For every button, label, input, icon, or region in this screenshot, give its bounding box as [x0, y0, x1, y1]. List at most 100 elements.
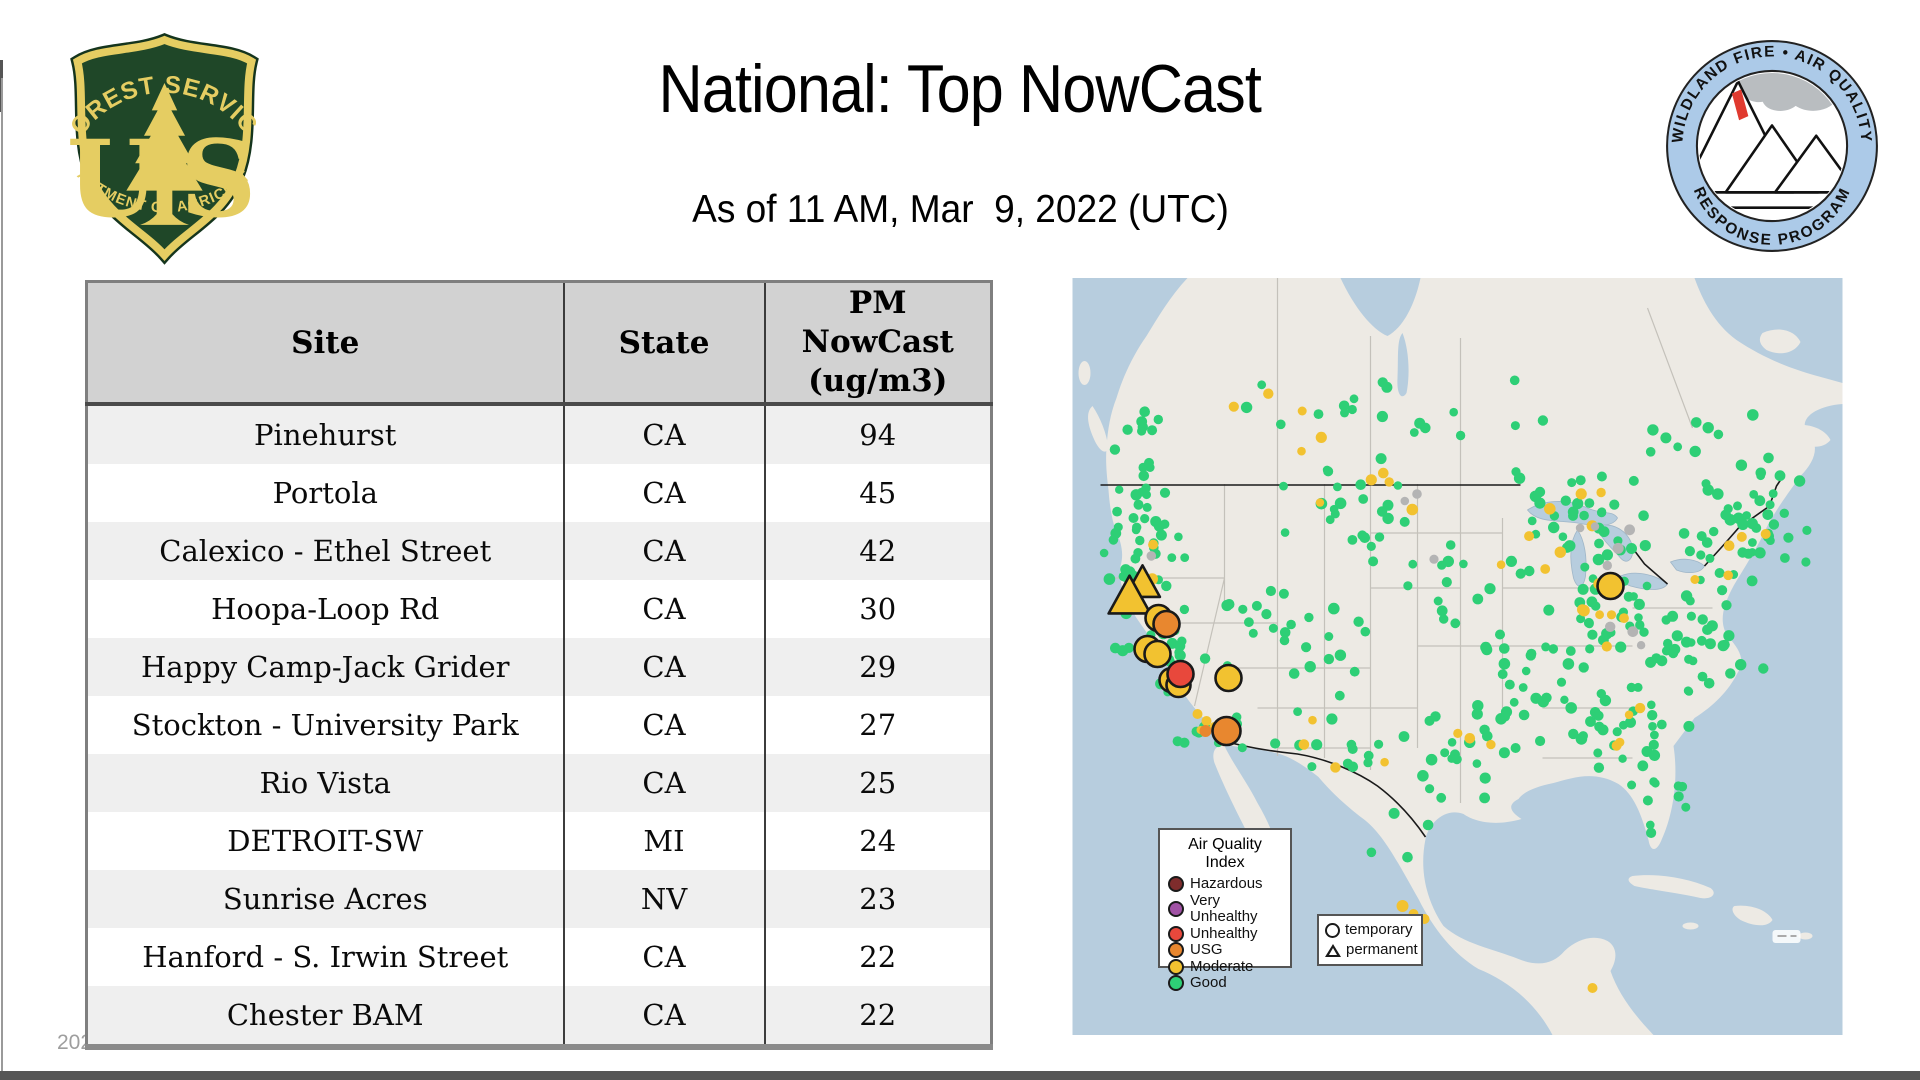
monitor-dot	[1624, 524, 1635, 535]
jamaica	[1683, 923, 1699, 930]
monitor-dot	[1281, 528, 1290, 537]
window-bottom-bar	[0, 1071, 1920, 1080]
monitor-dot	[1743, 549, 1753, 559]
monitor-dot	[1635, 703, 1645, 713]
monitor-dot	[1280, 636, 1290, 646]
monitor-type-label: permanent	[1346, 940, 1418, 960]
monitor-dot	[1200, 725, 1212, 737]
monitor-dot	[1456, 431, 1465, 440]
monitor-dot	[1698, 614, 1708, 624]
monitor-dot	[1269, 624, 1278, 633]
monitor-dot	[1683, 721, 1694, 732]
monitor-dot	[1200, 653, 1210, 663]
monitor-dot	[1423, 820, 1434, 831]
monitor-dot	[1357, 530, 1367, 540]
monitor-dot	[1684, 655, 1693, 664]
monitor-dot	[1410, 428, 1419, 437]
state-cell: CA	[564, 928, 765, 986]
monitor-dot	[1548, 522, 1559, 533]
state-cell: CA	[564, 638, 765, 696]
monitor-dot	[1528, 517, 1537, 526]
monitor-dot	[1266, 586, 1276, 596]
monitor-dot	[1747, 576, 1758, 587]
monitor-dot	[1541, 642, 1550, 651]
monitor-dot	[1697, 636, 1707, 646]
monitor-dot	[1324, 654, 1334, 664]
monitor-dot	[1110, 528, 1121, 539]
aqi-legend-title: Air Quality Index	[1168, 836, 1282, 872]
site-cell: Rio Vista	[87, 754, 564, 812]
value-cell: 29	[765, 638, 992, 696]
monitor-dot	[1735, 659, 1746, 670]
monitor-dot	[1389, 808, 1400, 819]
monitor-dot	[1486, 740, 1495, 749]
site-cell: Chester BAM	[87, 986, 564, 1047]
monitor-dot	[1565, 702, 1577, 714]
monitor-dot	[1465, 733, 1476, 744]
monitor-dot	[1585, 498, 1595, 508]
monitor-dot	[1498, 669, 1508, 679]
monitor-dot	[1643, 582, 1652, 591]
monitor-dot	[1510, 698, 1519, 707]
state-cell: MI	[564, 812, 765, 870]
monitor-dot	[1637, 641, 1645, 649]
monitor-dot	[1703, 422, 1714, 433]
monitor-dot	[1526, 649, 1536, 659]
monitor-dot	[1802, 526, 1811, 535]
monitor-dot	[1224, 599, 1235, 610]
monitor-dot	[1323, 466, 1332, 475]
monitor-dot	[1593, 748, 1602, 757]
map-attribution	[1773, 930, 1801, 943]
monitor-dot	[1154, 415, 1163, 424]
col-header-site: Site	[87, 282, 564, 405]
monitor-dot	[1596, 488, 1605, 497]
monitor-dot	[1576, 475, 1586, 485]
monitor-dot	[1473, 759, 1482, 768]
monitor-dot	[1401, 497, 1410, 506]
monitor-dot	[1627, 626, 1638, 637]
page-subtitle: As of 11 AM, Mar 9, 2022 (UTC)	[692, 188, 1229, 232]
monitor-dot	[1140, 514, 1149, 523]
monitor-dot	[1374, 740, 1383, 749]
monitor-dot	[1480, 773, 1491, 784]
monitor-dot	[1530, 491, 1541, 502]
monitor-dot	[1685, 546, 1695, 556]
aqi-color-dot-icon	[1168, 975, 1184, 991]
monitor-dot	[1358, 494, 1368, 504]
aqi-color-dot-icon	[1168, 901, 1184, 917]
monitor-dot	[1579, 511, 1589, 521]
table-row: Hanford - S. Irwin StreetCA22	[87, 928, 992, 986]
monitor-dot	[1449, 408, 1458, 417]
monitor-dot	[1594, 539, 1604, 549]
monitor-dot	[1756, 468, 1767, 479]
site-cell: Sunrise Acres	[87, 870, 564, 928]
aqi-legend-label: Hazardous	[1190, 876, 1263, 893]
monitor-dot	[1400, 517, 1410, 527]
monitor-dot	[1437, 561, 1446, 570]
state-cell: CA	[564, 696, 765, 754]
monitor-dot	[1572, 498, 1583, 509]
monitor-dot	[1593, 554, 1605, 566]
monitor-dot	[1510, 376, 1520, 386]
monitor-dot	[1579, 662, 1589, 672]
monitor-dot	[1733, 501, 1742, 510]
monitor-dot	[1403, 581, 1412, 590]
monitor-dot	[1160, 488, 1170, 498]
monitor-dot	[1709, 527, 1718, 536]
monitor-dot	[1381, 382, 1392, 393]
monitor-dot	[1720, 510, 1731, 521]
state-cell: CA	[564, 986, 765, 1047]
monitor-dot	[1448, 738, 1457, 747]
temporary-monitor-marker	[1145, 641, 1171, 667]
monitor-dot	[1612, 741, 1622, 751]
monitor-dot	[1681, 803, 1690, 812]
monitor-dot	[1702, 479, 1711, 488]
aqi-legend-item: USG	[1168, 942, 1282, 959]
us-aqi-map: Air Quality Index HazardousVery Unhealth…	[1072, 278, 1843, 1035]
monitor-dot	[1355, 479, 1366, 490]
monitor-dot	[1607, 610, 1616, 619]
monitor-dot	[1761, 529, 1771, 539]
value-cell: 94	[765, 404, 992, 464]
monitor-dot	[1629, 592, 1638, 601]
monitor-dot	[1261, 609, 1271, 619]
